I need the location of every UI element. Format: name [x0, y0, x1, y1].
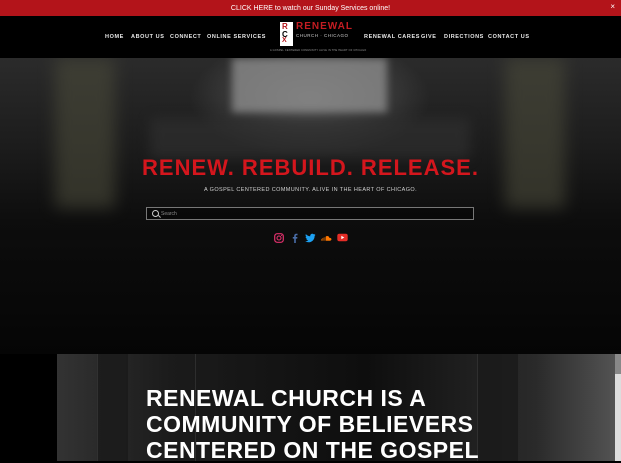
search-icon: [152, 210, 159, 217]
announcement-link[interactable]: CLICK HERE to watch our Sunday Services …: [231, 5, 390, 12]
nav-about-us[interactable]: ABOUT US: [131, 34, 165, 40]
scrollbar-thumb[interactable]: [615, 354, 621, 374]
soundcloud-icon[interactable]: [321, 232, 332, 243]
hero-background: [0, 58, 621, 354]
hero-pillar-left: [55, 58, 115, 208]
logo-mark: R C X: [280, 22, 293, 46]
logo-words: RENEWAL CHURCH · CHICAGO: [296, 21, 353, 39]
nav-online-services[interactable]: ONLINE SERVICES: [207, 34, 266, 40]
nav-give[interactable]: GIVE: [421, 34, 437, 40]
facebook-icon[interactable]: [289, 232, 300, 243]
main-nav: HOME ABOUT US CONNECT ONLINE SERVICES R …: [0, 16, 621, 58]
announcement-bar[interactable]: CLICK HERE to watch our Sunday Services …: [0, 0, 621, 16]
hero-stage-screen: [232, 58, 387, 113]
hero-crowd: [150, 118, 470, 158]
social-links: [273, 232, 348, 243]
photo-building-3: [477, 354, 518, 461]
logo-title: RENEWAL: [296, 21, 353, 32]
about-heading-line-1: RENEWAL CHURCH IS A: [146, 385, 427, 411]
hero-pillar-right: [505, 58, 565, 208]
instagram-icon[interactable]: [273, 232, 284, 243]
hero-subline: A GOSPEL CENTERED COMMUNITY. ALIVE IN TH…: [203, 187, 418, 193]
close-icon[interactable]: ×: [610, 2, 615, 11]
hero-headline: RENEW. REBUILD. RELEASE.: [142, 155, 479, 180]
search-box[interactable]: [146, 207, 474, 220]
logo-subtitle: CHURCH · CHICAGO: [296, 33, 349, 38]
photo-building-1: [97, 354, 128, 461]
twitter-icon[interactable]: [305, 232, 316, 243]
about-heading: RENEWAL CHURCH IS A COMMUNITY OF BELIEVE…: [146, 385, 479, 463]
logo-letter-x: X: [282, 37, 287, 44]
search-input[interactable]: [161, 209, 461, 218]
youtube-icon[interactable]: [337, 232, 348, 243]
nav-connect[interactable]: CONNECT: [170, 34, 201, 40]
about-heading-line-3: CENTERED ON THE GOSPEL: [146, 437, 480, 463]
about-heading-line-2: COMMUNITY OF BELIEVERS: [146, 411, 474, 437]
nav-contact-us[interactable]: CONTACT US: [488, 34, 530, 40]
logo-tagline: A GOSPEL CENTERED COMMUNITY ALIVE IN THE…: [270, 49, 367, 52]
church-logo[interactable]: R C X RENEWAL CHURCH · CHICAGO A GOSPEL …: [270, 21, 366, 53]
nav-directions[interactable]: DIRECTIONS: [444, 34, 484, 40]
nav-home[interactable]: HOME: [105, 34, 124, 40]
nav-renewal-cares[interactable]: RENEWAL CARES: [364, 34, 420, 40]
